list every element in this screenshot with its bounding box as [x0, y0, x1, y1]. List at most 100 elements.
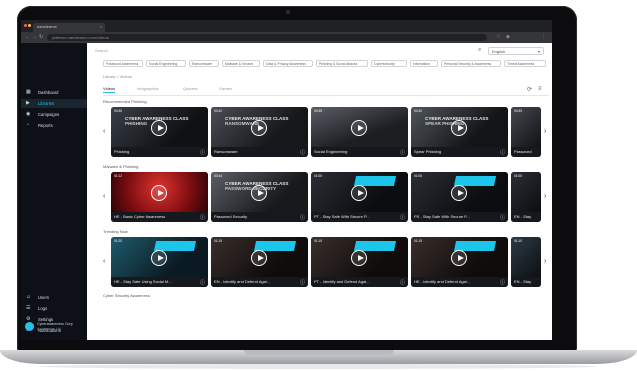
info-icon[interactable]: ⓘ — [300, 214, 305, 221]
video-card[interactable]: 01:10 EN - Stay — [511, 237, 541, 287]
video-card[interactable]: 01:15 EN - Identify and Defend Agai... ⓘ — [211, 237, 308, 287]
topic-chip[interactable]: Malware & Viruses — [222, 60, 260, 67]
video-card[interactable]: 01:05 PT - Stay Safe With Secure P... ⓘ — [311, 172, 408, 222]
play-icon[interactable] — [151, 250, 167, 266]
avatar[interactable] — [25, 322, 34, 331]
tab-infographics[interactable]: Infographics — [137, 86, 159, 91]
video-duration: 00:35 — [514, 109, 522, 113]
refresh-icon[interactable]: ⟳ — [527, 86, 532, 93]
info-icon[interactable]: ⓘ — [400, 279, 405, 286]
play-icon[interactable] — [351, 185, 367, 201]
tab-quizzes[interactable]: Quizzes — [183, 86, 197, 91]
topic-chip[interactable]: Information — [410, 60, 438, 67]
chevron-left-icon[interactable]: ‹ — [103, 193, 105, 200]
video-card[interactable]: 01:05 EN - Stay — [511, 172, 541, 222]
chevron-right-icon[interactable]: › — [544, 258, 546, 265]
sidebar-item-logs[interactable]: ☰ Logs — [21, 304, 87, 313]
language-select[interactable]: English ▾ — [488, 47, 544, 55]
play-icon[interactable] — [151, 120, 167, 136]
topic-chip[interactable]: Phishing & Social Attacks — [316, 60, 368, 67]
sidebar-item-libraries[interactable]: ▶ Libraries — [21, 99, 87, 108]
video-card[interactable]: 00:42 CYBER AWARENESS CLASS RANSOMWARE Ra… — [211, 107, 308, 157]
topic-chip[interactable]: Threat Awareness — [504, 60, 546, 67]
video-duration: 01:10 — [514, 239, 522, 243]
video-title: Spear Phishing — [414, 149, 442, 154]
info-icon[interactable]: ⓘ — [500, 149, 505, 156]
play-icon[interactable] — [451, 250, 467, 266]
topic-chip[interactable]: Data & Privacy Awareness — [263, 60, 313, 67]
play-icon[interactable] — [351, 120, 367, 136]
search-icon[interactable]: ⌕ — [478, 47, 481, 54]
sidebar-item-campaigns[interactable]: ◉ Campaigns — [21, 110, 87, 119]
video-title: FR - Stay Safe With Secure P... — [414, 214, 470, 219]
url-input[interactable]: platform.nanolearnx.com/videos — [47, 34, 487, 41]
info-icon[interactable]: ⓘ — [300, 279, 305, 286]
topic-chip[interactable]: Cybersecurity — [371, 60, 407, 67]
play-icon[interactable] — [251, 185, 267, 201]
play-icon[interactable] — [251, 120, 267, 136]
video-card[interactable]: 01:05 FR - Stay Safe With Secure P... ⓘ — [411, 172, 508, 222]
info-icon[interactable]: ⓘ — [500, 214, 505, 221]
video-card[interactable]: 01:15 HE - Identify and Defend Agai... ⓘ — [411, 237, 508, 287]
video-card[interactable]: 00:40 CYBER AWARENESS CLASS SPEAR PHISHIN… — [411, 107, 508, 157]
search-input[interactable]: Search — [95, 47, 475, 55]
video-caption-bar: HE - Basic Cyber Awareness ⓘ — [111, 212, 208, 222]
video-card[interactable]: 00:35 Password — [511, 107, 541, 157]
tab-videos[interactable]: Videos — [103, 86, 116, 93]
video-card[interactable]: 00:36 CYBER AWARENESS CLASS PHISHING Phis… — [111, 107, 208, 157]
video-duration: 00:40 — [414, 109, 422, 113]
window-minimize-dot[interactable] — [28, 24, 31, 27]
info-icon[interactable]: ⓘ — [400, 149, 405, 156]
play-icon[interactable] — [151, 185, 167, 201]
info-icon[interactable]: ⓘ — [300, 149, 305, 156]
topic-chip[interactable]: Personal Security & Awareness — [441, 60, 501, 67]
section-title: Cyber Security Awareness — [103, 293, 150, 298]
chevron-left-icon[interactable]: ‹ — [103, 128, 105, 135]
tab-games[interactable]: Games — [219, 86, 232, 91]
browser-tab[interactable]: nanolearnx × — [33, 23, 105, 32]
info-icon[interactable]: ⓘ — [200, 214, 205, 221]
close-icon[interactable]: × — [100, 24, 102, 29]
video-card[interactable]: 00:44 CYBER AWARENESS CLASS PASSWORD SECU… — [211, 172, 308, 222]
video-duration: 00:38 — [314, 109, 322, 113]
forward-icon[interactable]: → — [32, 34, 37, 40]
breadcrumb[interactable]: Library > Videos — [103, 74, 132, 79]
video-caption-bar: EN - Identify and Defend Agai... ⓘ — [211, 277, 308, 287]
video-thumbnail — [511, 107, 541, 147]
play-icon[interactable] — [451, 185, 467, 201]
bookmark-icon[interactable]: ☆ — [496, 34, 500, 40]
topic-chip[interactable]: Password Awareness — [103, 60, 143, 67]
chevron-right-icon[interactable]: › — [544, 193, 546, 200]
info-icon[interactable]: ⓘ — [200, 279, 205, 286]
sidebar-item-users[interactable]: ☺ Users — [21, 293, 87, 302]
language-select-value: English — [492, 49, 506, 54]
video-duration: 01:05 — [414, 174, 422, 178]
info-icon[interactable]: ⓘ — [400, 214, 405, 221]
play-icon[interactable] — [451, 120, 467, 136]
menu-icon[interactable]: ⋮ — [541, 34, 546, 40]
back-icon[interactable]: ← — [25, 34, 30, 40]
reload-icon[interactable]: ↻ — [39, 34, 43, 40]
sidebar-item-reports[interactable]: ◔ Reports — [21, 121, 87, 130]
play-icon[interactable] — [251, 250, 267, 266]
browser-tab-strip: nanolearnx × — [21, 20, 552, 32]
video-card[interactable]: 01:15 PT - Identify and Defend Agai... ⓘ — [311, 237, 408, 287]
play-icon[interactable] — [351, 250, 367, 266]
info-icon[interactable]: ⓘ — [200, 149, 205, 156]
video-caption-bar: Phishing ⓘ — [111, 147, 208, 157]
window-close-dot[interactable] — [24, 24, 27, 27]
video-caption-bar: Social Engineering ⓘ — [311, 147, 408, 157]
info-icon[interactable]: ⓘ — [500, 279, 505, 286]
main-content: Search ⌕ English ▾ Password Awareness So… — [87, 43, 552, 340]
topic-chip[interactable]: Social Engineering — [146, 60, 186, 67]
chevron-right-icon[interactable]: › — [544, 128, 546, 135]
video-card[interactable]: 01:12 HE - Basic Cyber Awareness ⓘ — [111, 172, 208, 222]
extension-icon[interactable]: ◆ — [506, 34, 510, 40]
list-view-icon[interactable]: ≡ — [538, 86, 542, 92]
topic-chip[interactable]: Ransomware — [189, 60, 219, 67]
video-caption-bar: HE - Stay Safe Using Social M... ⓘ — [111, 277, 208, 287]
video-card[interactable]: 00:38 Social Engineering ⓘ — [311, 107, 408, 157]
sidebar-item-dashboard[interactable]: ▦ Dashboard — [21, 88, 87, 97]
video-card[interactable]: 01:20 HE - Stay Safe Using Social M... ⓘ — [111, 237, 208, 287]
chevron-left-icon[interactable]: ‹ — [103, 258, 105, 265]
